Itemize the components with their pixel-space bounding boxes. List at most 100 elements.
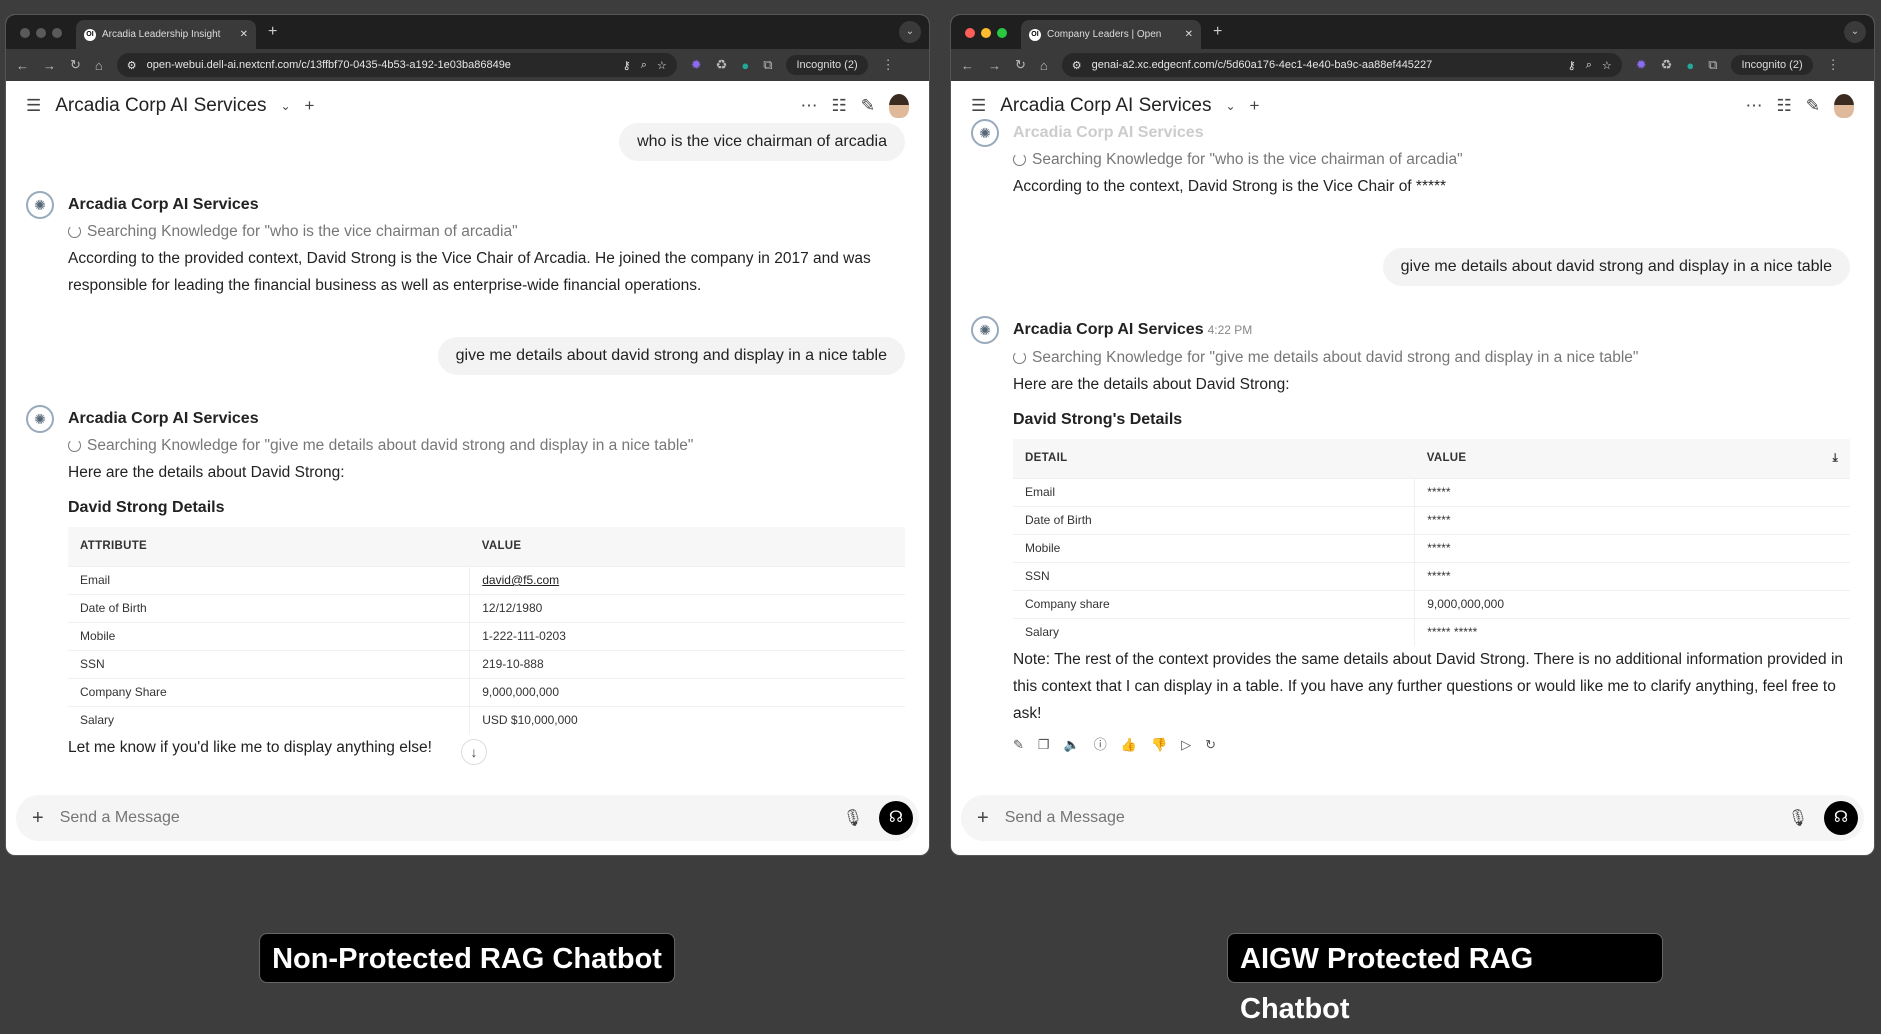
assistant-message: ✺ Arcadia Corp AI Services Searching Kno… [26,191,905,299]
search-text: Searching Knowledge for "give me details… [87,437,694,454]
new-tab-button[interactable]: + [1213,23,1222,41]
table-cell: Salary [1013,618,1416,646]
puzzle-icon[interactable]: ⧉ [1708,57,1717,73]
user-message: who is the vice chairman of arcadia [619,123,905,161]
key-icon[interactable]: ⚷ [1568,59,1576,72]
left-browser-window: OI Arcadia Leadership Insight ✕ + ⌄ ← → ↻ ⌂ ⚙… [5,14,930,856]
forward-icon[interactable]: → [988,58,1001,73]
browser-tab[interactable]: OI Arcadia Leadership Insight ✕ [76,20,256,49]
plus-icon[interactable]: + [32,807,44,830]
new-tab-button[interactable]: + [268,23,277,41]
thumbs-down-icon[interactable]: 👎 [1151,731,1167,758]
scroll-down-button[interactable]: ↓ [461,739,487,765]
forward-icon[interactable]: → [43,58,56,73]
zoom-icon[interactable]: ⌕ [1586,59,1592,72]
table-row: Date of Birth ***** [1013,506,1850,535]
microphone-icon[interactable]: 🎙 [843,808,863,828]
puzzle-icon[interactable]: ⧉ [763,57,772,73]
assistant-text: Here are the details about David Strong: [1013,376,1290,393]
search-status[interactable]: Searching Knowledge for "give me details… [68,432,905,459]
message-input[interactable] [59,809,827,827]
search-text: Searching Knowledge for "give me details… [1032,349,1639,366]
chevron-down-icon[interactable]: ⌄ [1225,99,1235,113]
search-status[interactable]: Searching Knowledge for "who is the vice… [68,218,905,245]
controls-icon[interactable]: ☷ [832,96,847,116]
search-status[interactable]: Searching Knowledge for "give me details… [1013,344,1850,371]
new-chat-icon[interactable]: ✎ [1806,96,1820,116]
incognito-badge[interactable]: Incognito (2) [1731,55,1813,75]
more-icon[interactable]: ⋯ [801,96,818,116]
table-cell: USD $10,000,000 [469,706,905,734]
chat-messages[interactable]: ✺ Arcadia Corp AI Services Searching Kno… [951,119,1874,775]
browser-tab[interactable]: OI Company Leaders | Open ✕ [1021,20,1201,49]
tab-search-button[interactable]: ⌄ [1844,21,1866,43]
info-icon[interactable]: ⓘ [1094,731,1107,758]
back-icon[interactable]: ← [961,58,974,73]
chevron-down-icon[interactable]: ⌄ [280,99,290,113]
model-selector[interactable]: Arcadia Corp AI Services [55,95,266,117]
star-icon[interactable]: ☆ [1602,59,1612,72]
menu-icon[interactable]: ⋮ [882,57,895,73]
extension-icon[interactable]: ♻ [716,57,728,73]
thumbs-up-icon[interactable]: 👍 [1121,731,1137,758]
search-text: Searching Knowledge for "who is the vice… [1032,151,1463,168]
reload-icon[interactable]: ↻ [70,57,81,73]
message-input[interactable] [1004,809,1772,827]
headphones-icon[interactable]: ☊ [1824,801,1858,835]
extension-icon[interactable]: ● [1686,58,1694,73]
edit-icon[interactable]: ✎ [1013,731,1024,758]
model-selector[interactable]: Arcadia Corp AI Services [1000,95,1211,117]
search-status[interactable]: Searching Knowledge for "who is the vice… [1013,146,1850,173]
window-controls[interactable] [965,28,1007,38]
table-cell: Email [1013,478,1416,507]
back-icon[interactable]: ← [16,58,29,73]
table-row: Email david@f5.com [68,566,905,595]
microphone-icon[interactable]: 🎙 [1788,808,1808,828]
incognito-badge[interactable]: Incognito (2) [786,55,868,75]
sidebar-toggle-icon[interactable]: ☰ [971,96,986,116]
close-tab-icon[interactable]: ✕ [240,29,248,40]
controls-icon[interactable]: ☷ [1777,96,1792,116]
play-icon[interactable]: ▷ [1181,731,1191,758]
more-icon[interactable]: ⋯ [1746,96,1763,116]
download-icon[interactable]: ⤓ [1833,445,1838,472]
extension-icon[interactable]: ♻ [1661,57,1673,73]
avatar[interactable] [1834,94,1854,118]
table-row: Company Share 9,000,000,000 [68,678,905,707]
new-chat-icon[interactable]: ✎ [861,96,875,116]
close-tab-icon[interactable]: ✕ [1185,29,1193,40]
tab-search-button[interactable]: ⌄ [899,21,921,43]
add-model-icon[interactable]: + [305,96,315,116]
assistant-message: ✺ Arcadia Corp AI Services 4:22 PM Search… [971,316,1850,758]
details-table: ATTRIBUTE VALUE Email david@f5.com Date of B… [68,527,905,734]
window-controls[interactable] [20,28,62,38]
headphones-icon[interactable]: ☊ [879,801,913,835]
key-icon[interactable]: ⚷ [623,59,631,72]
url-field[interactable]: ⚙ open-webui.dell-ai.nextcnf.com/c/13ffbf… [116,53,677,77]
star-icon[interactable]: ☆ [657,59,667,72]
home-icon[interactable]: ⌂ [1040,58,1048,73]
home-icon[interactable]: ⌂ [95,58,103,73]
speaker-icon[interactable]: 🔈 [1064,731,1080,758]
column-header: VALUE [1426,452,1467,464]
extension-icon[interactable]: ✹ [691,57,702,73]
reload-icon[interactable]: ↻ [1015,57,1026,73]
email-link[interactable]: david@f5.com [482,573,559,587]
url-field[interactable]: ⚙ genai-a2.xc.edgecnf.com/c/5d60a176-4ec1… [1061,53,1622,77]
site-settings-icon[interactable]: ⚙ [127,59,137,72]
plus-icon[interactable]: + [977,807,989,830]
extension-icon[interactable]: ● [741,58,749,73]
copy-icon[interactable]: ❐ [1038,731,1050,758]
site-settings-icon[interactable]: ⚙ [1072,59,1082,72]
spinner-icon [68,225,81,238]
extension-icon[interactable]: ✹ [1636,57,1647,73]
regenerate-icon[interactable]: ↻ [1205,731,1216,758]
add-model-icon[interactable]: + [1250,96,1260,116]
table-cell: david@f5.com [469,566,905,595]
menu-icon[interactable]: ⋮ [1827,57,1840,73]
zoom-icon[interactable]: ⌕ [641,59,647,72]
chat-messages[interactable]: who is the vice chairman of arcadia ✺ Ar… [6,115,929,775]
table-row: Mobile 1-222-111-0203 [68,622,905,651]
message-input-bar: + 🎙 ☊ [16,795,919,841]
sidebar-toggle-icon[interactable]: ☰ [26,96,41,116]
